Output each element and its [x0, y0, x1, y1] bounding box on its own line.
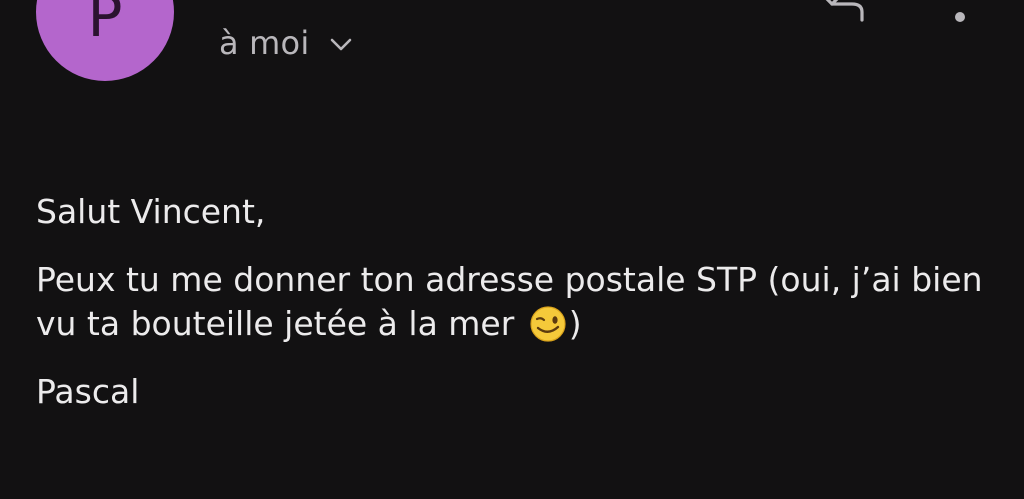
message-text: Peux tu me donner ton adresse postale ST…: [36, 260, 983, 343]
sender-avatar[interactable]: P: [36, 0, 174, 81]
email-view: P à moi Salut Vincent, Peux tu me donner…: [0, 0, 1024, 499]
message-body: Salut Vincent, Peux tu me donner ton adr…: [36, 190, 996, 438]
chevron-down-icon: [331, 38, 352, 51]
message-paragraph: Peux tu me donner ton adresse postale ST…: [36, 258, 996, 346]
greeting: Salut Vincent,: [36, 192, 266, 231]
signature: Pascal: [36, 372, 140, 411]
winking-face-emoji-icon: [530, 306, 566, 342]
recipient-label: à moi: [219, 24, 310, 62]
more-vert-icon[interactable]: [944, 0, 976, 28]
message-text-tail: ): [568, 304, 582, 343]
avatar-letter: P: [87, 0, 123, 50]
recipient-details-toggle[interactable]: à moi: [219, 24, 353, 62]
reply-icon[interactable]: [818, 0, 866, 24]
